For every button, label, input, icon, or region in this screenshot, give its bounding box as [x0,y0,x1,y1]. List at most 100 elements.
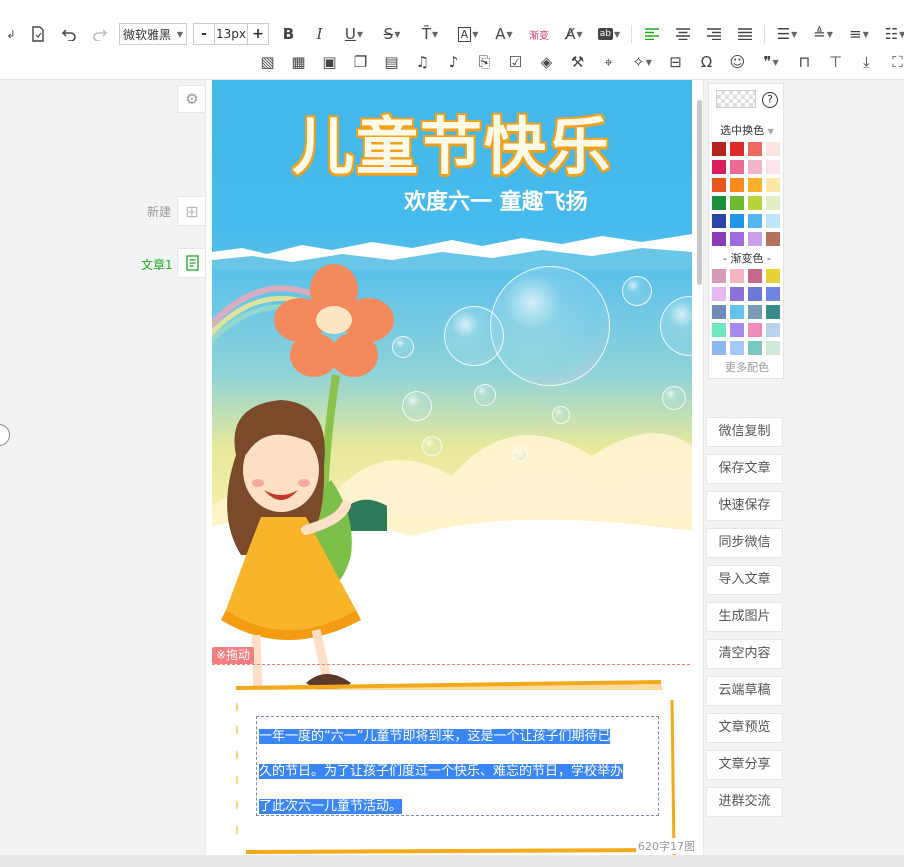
fullscreen-icon[interactable]: ⛶ [882,49,904,75]
strikethrough-button[interactable]: S ▼ [373,21,411,47]
image-icon[interactable]: ▣ [314,49,345,75]
color-swatch[interactable] [748,178,762,192]
italic-button[interactable]: I [304,21,335,47]
line-height-button[interactable]: ≜ ▼ [805,21,841,47]
editor-canvas[interactable]: 儿童节快乐 欢度六一 童趣飞扬 ※拖动 一年一度的“六一”儿童节即将到来，这是一… [205,80,704,855]
layout-icon[interactable]: ⊓ [789,49,820,75]
color-swatch[interactable] [712,269,726,283]
color-swatch[interactable] [712,287,726,301]
editor-scrollbar[interactable] [697,100,702,285]
color-swatch[interactable] [748,341,762,355]
article-tab-button[interactable] [177,248,207,278]
insert-above-icon[interactable]: ⊤ [820,49,851,75]
align-right-button[interactable] [698,21,729,47]
color-swatch[interactable] [766,323,780,337]
font-size-value[interactable]: 13px [214,24,248,44]
voice-icon[interactable]: ♪ [438,49,469,75]
color-swatch[interactable] [748,323,762,337]
omega-button[interactable]: Ω [691,49,722,75]
color-swatch[interactable] [712,214,726,228]
selected-paragraph-box[interactable]: 一年一度的“六一”儿童节即将到来，这是一个让孩子们期待已 久的节日。为了让孩子们… [256,716,659,816]
color-swatch[interactable] [730,196,744,210]
color-swatch[interactable] [766,142,780,156]
multi-image-icon[interactable]: ❐ [345,49,376,75]
quote-button[interactable]: ❞ ▼ [753,49,789,75]
format-painter-icon[interactable]: ◈ [531,49,562,75]
table-icon[interactable]: ▦ [283,49,314,75]
text-style-button[interactable]: ab ▼ [591,21,627,47]
brush-icon[interactable]: ⚒ [562,49,593,75]
paste-icon[interactable]: ⎘ [469,49,500,75]
magic-wand-button[interactable]: ✧ ▼ [624,49,660,75]
color-swatch[interactable] [730,269,744,283]
music-icon[interactable]: ♫ [407,49,438,75]
align-left-button[interactable] [636,21,667,47]
paragraph-line-1[interactable]: 一年一度的“六一”儿童节即将到来，这是一个让孩子们期待已 [259,719,656,754]
color-swatch[interactable] [748,305,762,319]
text-background-button[interactable]: A ▼ [449,21,487,47]
color-swatch[interactable] [712,305,726,319]
action-button[interactable]: 导入文章 [706,565,783,595]
font-size-decrease-button[interactable]: - [194,26,214,42]
collapse-sidebar-button[interactable] [0,424,10,446]
font-family-select[interactable]: 微软雅黑 ▼ [119,23,187,45]
color-swatch[interactable] [748,287,762,301]
pick-color-label[interactable]: 选中换色 ▼ [709,122,785,138]
color-swatch[interactable] [748,214,762,228]
letter-spacing-button[interactable]: ☷ ▼ [877,21,904,47]
font-effect-button[interactable]: A̸ ▼ [557,21,591,47]
color-swatch[interactable] [766,214,780,228]
color-swatch[interactable] [766,232,780,246]
color-swatch[interactable] [730,341,744,355]
settings-button[interactable]: ⚙ [177,85,207,113]
color-swatch[interactable] [766,287,780,301]
divider-icon[interactable]: ⊟ [660,49,691,75]
paragraph-spacing-button[interactable]: ≡ ▼ [841,21,877,47]
video-icon[interactable]: ▤ [376,49,407,75]
color-swatch[interactable] [730,214,744,228]
new-doc-icon[interactable] [22,21,53,47]
background-pattern-icon[interactable]: ▧ [252,49,283,75]
color-swatch[interactable] [766,178,780,192]
font-size-increase-button[interactable]: + [248,26,268,42]
action-button[interactable]: 文章分享 [706,750,783,780]
action-button[interactable]: 微信复制 [706,417,783,447]
action-button[interactable]: 云端草稿 [706,676,783,706]
color-swatch[interactable] [712,196,726,210]
action-button[interactable]: 清空内容 [706,639,783,669]
color-swatch[interactable] [766,305,780,319]
color-swatch[interactable] [730,287,744,301]
new-article-button[interactable]: ⊞ [177,196,207,226]
format-clear-icon[interactable]: ↲ [0,21,22,47]
transparent-swatch[interactable] [716,90,756,108]
check-box-icon[interactable]: ☑ [500,49,531,75]
color-swatch[interactable] [712,142,726,156]
action-button[interactable]: 进群交流 [706,787,783,817]
color-swatch[interactable] [748,269,762,283]
underline-button[interactable]: U ▼ [335,21,373,47]
magic-select-icon[interactable]: ⌖ [593,49,624,75]
text-border-button[interactable]: T̄ ▼ [411,21,449,47]
color-swatch[interactable] [730,142,744,156]
paragraph-line-2[interactable]: 久的节日。为了让孩子们度过一个快乐、难忘的节日，学校举办 [259,754,656,789]
action-button[interactable]: 生成图片 [706,602,783,632]
color-swatch[interactable] [766,341,780,355]
color-swatch[interactable] [748,160,762,174]
bold-button[interactable]: B [273,21,304,47]
color-swatch[interactable] [766,269,780,283]
color-swatch[interactable] [712,178,726,192]
color-swatch[interactable] [712,323,726,337]
insert-below-icon[interactable]: ⤓ [851,49,882,75]
color-swatch[interactable] [730,160,744,174]
action-button[interactable]: 快速保存 [706,491,783,521]
color-swatch[interactable] [712,341,726,355]
color-swatch[interactable] [748,142,762,156]
gradient-text-button[interactable]: 渐变 [521,21,557,47]
color-swatch[interactable] [712,160,726,174]
font-size-stepper[interactable]: - 13px + [193,23,269,45]
drag-handle-tag[interactable]: ※拖动 [212,647,255,664]
indent-button[interactable]: ☰ ▼ [769,21,805,47]
color-swatch[interactable] [730,323,744,337]
color-swatch[interactable] [730,305,744,319]
align-center-button[interactable] [667,21,698,47]
